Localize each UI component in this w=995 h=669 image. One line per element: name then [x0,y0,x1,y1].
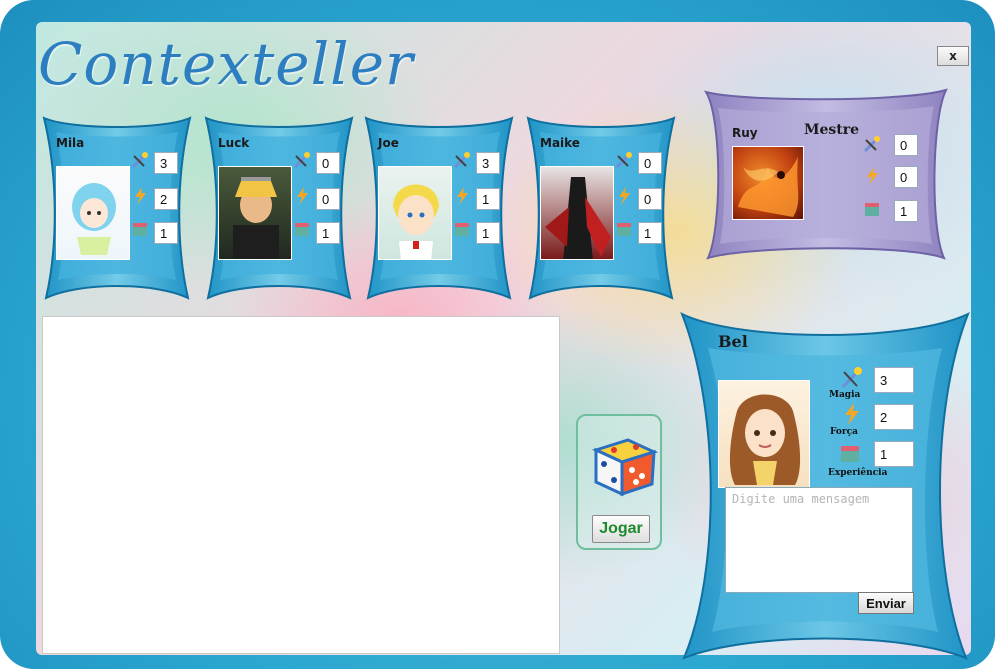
experiencia-icon [862,200,882,220]
girl-avatar-image [729,394,801,485]
player-magia-value: 3 [476,152,500,174]
player-card: Luck 0 0 1 [204,116,354,300]
player-card: Joe 3 1 1 [364,116,514,300]
magia-icon [130,150,150,170]
experiencia-icon [292,220,312,240]
player-card: Maike 0 0 1 [526,116,676,300]
send-button[interactable]: Enviar [858,592,914,614]
magia-icon [862,134,882,154]
fire-creature-image [738,157,799,217]
master-portrait [732,146,804,220]
master-card: Ruy Mestre 0 0 1 [704,88,948,260]
forca-icon [862,166,882,186]
player-portrait [218,166,292,260]
player-name: Luck [218,136,250,150]
experiencia-icon [452,220,472,240]
forca-icon [130,186,150,206]
player-portrait [378,166,452,260]
player-name: Mila [56,136,85,150]
game-log[interactable] [42,316,560,654]
player-forca-value: 1 [476,188,500,210]
forca-icon [840,402,864,426]
forca-label: Força [830,427,858,437]
my-forca-value: 2 [874,404,914,430]
player-name: Joe [378,136,399,150]
player-forca-value: 2 [154,188,178,210]
dice-icon[interactable] [590,428,660,500]
forca-icon [614,186,634,206]
master-role-label: Mestre [804,122,860,138]
magia-icon [840,366,864,390]
my-experiencia-value: 1 [874,441,914,467]
my-magia-value: 3 [874,367,914,393]
master-magia-value: 0 [894,134,918,156]
player-forca-value: 0 [638,188,662,210]
roll-dice-button[interactable]: Jogar [592,515,650,543]
player-experiencia-value: 1 [154,222,178,244]
player-portrait [540,166,614,260]
player-forca-value: 0 [316,188,340,210]
message-placeholder: Digite uma mensagem [732,492,870,506]
magia-icon [452,150,472,170]
player-name: Maike [540,136,580,150]
player-experiencia-value: 1 [476,222,500,244]
experiencia-icon [614,220,634,240]
forca-icon [452,186,472,206]
master-name: Ruy [732,126,758,140]
my-portrait [718,380,810,488]
player-experiencia-value: 1 [316,222,340,244]
magia-icon [614,150,634,170]
player-magia-value: 3 [154,152,178,174]
experiencia-icon [130,220,150,240]
player-magia-value: 0 [316,152,340,174]
player-magia-value: 0 [638,152,662,174]
message-input[interactable]: Digite uma mensagem [725,487,913,593]
player-card: Mila 3 2 1 [42,116,192,300]
magia-icon [292,150,312,170]
master-forca-value: 0 [894,166,918,188]
player-portrait [56,166,130,260]
master-experiencia-value: 1 [894,200,918,222]
magia-label: Magia [829,390,861,400]
experiencia-icon [838,442,862,466]
player-experiencia-value: 1 [638,222,662,244]
forca-icon [292,186,312,206]
close-button[interactable]: x [937,46,969,66]
experiencia-label: Experiência [828,468,888,478]
app-title: Contexteller [38,30,414,98]
my-name: Bel [718,332,748,351]
